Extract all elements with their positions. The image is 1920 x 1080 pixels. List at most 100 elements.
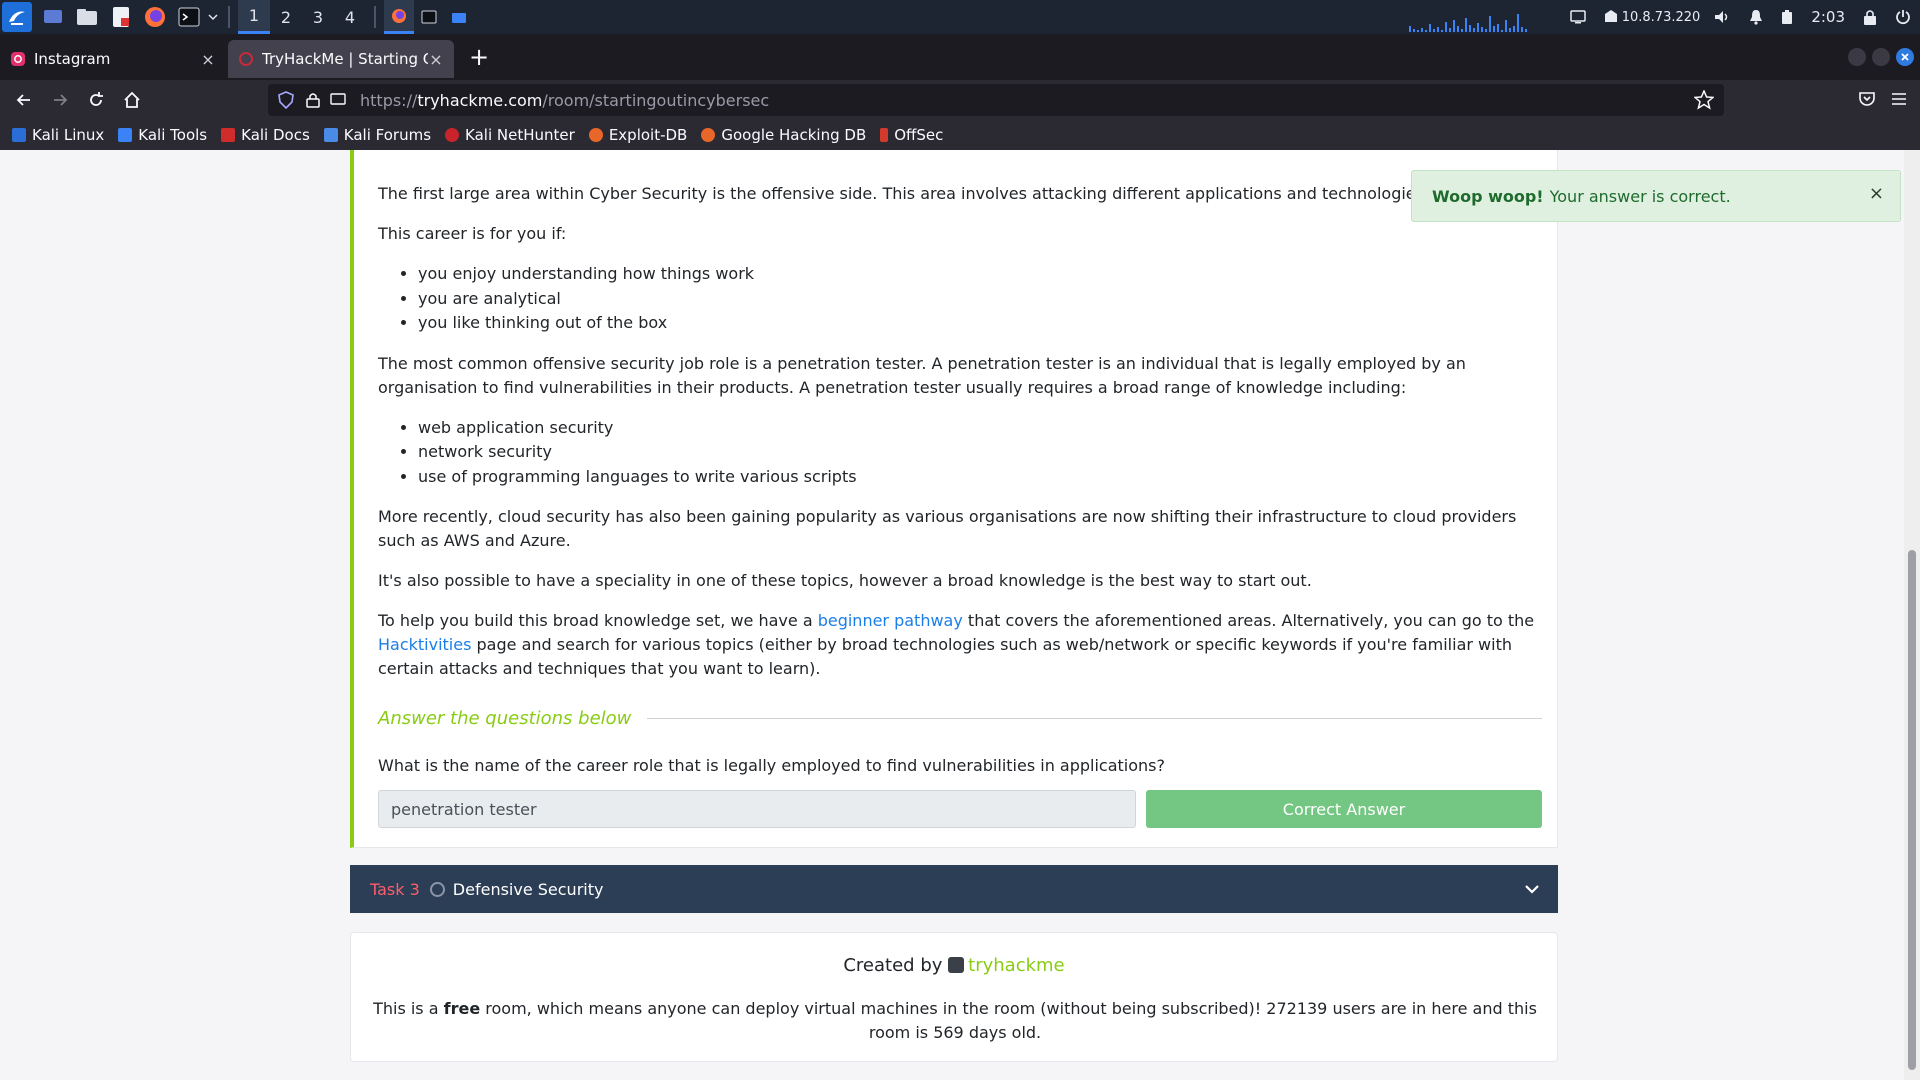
workspace-1[interactable]: 1: [238, 0, 270, 34]
new-tab-button[interactable]: +: [462, 40, 496, 74]
terminal-icon[interactable]: [176, 4, 202, 30]
paragraph: To help you build this broad knowledge s…: [378, 611, 1535, 678]
room-info-text: This is a free room, which means anyone …: [373, 999, 1537, 1042]
tab-tryhackme[interactable]: TryHackMe | Starting Out ×: [228, 40, 454, 78]
correct-answer-button[interactable]: Correct Answer: [1146, 790, 1542, 828]
permissions-icon[interactable]: [330, 93, 346, 107]
tab-title: TryHackMe | Starting Out: [262, 50, 428, 68]
paragraph: This career is for you if:: [378, 224, 567, 243]
nethunter-icon: [445, 128, 460, 142]
toast-message: Your answer is correct.: [1549, 186, 1731, 206]
kali-tools-icon: [118, 128, 133, 142]
tab-title: Instagram: [34, 50, 111, 68]
workspace-2[interactable]: 2: [270, 0, 302, 34]
author-link[interactable]: tryhackme: [968, 955, 1064, 976]
divider: [647, 718, 1542, 719]
taskbar-file-manager[interactable]: [444, 0, 474, 34]
exploit-db-icon: [588, 128, 603, 142]
author-avatar: [948, 957, 965, 973]
back-button[interactable]: [6, 82, 42, 118]
workspace-4[interactable]: 4: [334, 0, 366, 34]
url-bar[interactable]: https://tryhackme.com/room/startingoutin…: [268, 84, 1724, 116]
browser-tab-bar: Instagram × TryHackMe | Starting Out × +: [0, 34, 1920, 80]
answer-input[interactable]: penetration tester: [378, 790, 1136, 828]
bookmark-kali-linux[interactable]: Kali Linux: [12, 126, 104, 144]
paragraph: The first large area within Cyber Securi…: [378, 184, 1418, 203]
tab-instagram[interactable]: Instagram ×: [0, 40, 226, 78]
bookmark-kali-nethunter[interactable]: Kali NetHunter: [445, 126, 575, 144]
maximize-window-button[interactable]: [1872, 48, 1890, 66]
lock-icon[interactable]: [306, 92, 320, 108]
display-icon[interactable]: [1561, 0, 1595, 34]
scrollbar-thumb[interactable]: [1908, 550, 1916, 1070]
taskbar-terminal[interactable]: [414, 0, 444, 34]
questions-heading: Answer the questions below: [378, 708, 632, 729]
paragraph: It's also possible to have a speciality …: [378, 571, 1312, 590]
volume-icon[interactable]: [1704, 0, 1740, 34]
list-item: you like thinking out of the box: [418, 311, 1542, 336]
dropdown-icon[interactable]: [206, 4, 220, 30]
list-item: network security: [418, 440, 1542, 465]
ghdb-icon: [701, 128, 716, 142]
menu-icon[interactable]: [1890, 90, 1908, 112]
bookmark-kali-docs[interactable]: Kali Docs: [221, 126, 310, 144]
panel-separator: [374, 6, 376, 28]
paragraph: More recently, cloud security has also b…: [378, 507, 1517, 550]
vpn-indicator[interactable]: 10.8.73.220: [1595, 0, 1705, 34]
chevron-down-icon[interactable]: [1524, 881, 1540, 897]
toast-title: Woop woop!: [1432, 186, 1544, 206]
clock[interactable]: 2:03: [1802, 0, 1854, 34]
list-item: you are analytical: [418, 287, 1542, 312]
hacktivities-link[interactable]: Hacktivities: [378, 635, 471, 654]
kali-docs-icon: [221, 128, 236, 142]
close-tab-icon[interactable]: ×: [428, 50, 444, 69]
url-text[interactable]: https://tryhackme.com/room/startingoutin…: [360, 91, 769, 110]
bookmarks-bar: Kali Linux Kali Tools Kali Docs Kali For…: [0, 120, 1920, 150]
bookmark-offsec[interactable]: OffSec: [880, 126, 943, 144]
bookmark-google-hacking-db[interactable]: Google Hacking DB: [701, 126, 866, 144]
page-content: The first large area within Cyber Securi…: [0, 150, 1920, 1080]
task-number: Task 3: [370, 879, 420, 899]
bookmark-kali-forums[interactable]: Kali Forums: [323, 126, 431, 144]
close-window-button[interactable]: [1896, 48, 1914, 66]
close-toast-icon[interactable]: ×: [1869, 183, 1884, 204]
list-item: use of programming languages to write va…: [418, 465, 1542, 490]
task-body: The first large area within Cyber Securi…: [378, 182, 1542, 697]
url-host: tryhackme.com: [417, 90, 543, 110]
url-protocol: https://: [360, 90, 418, 110]
paragraph: The most common offensive security job r…: [378, 353, 1466, 397]
power-icon[interactable]: [1886, 0, 1920, 34]
forward-button[interactable]: [42, 82, 78, 118]
task-status-circle-icon: [429, 881, 445, 897]
bookmark-exploit-db[interactable]: Exploit-DB: [588, 126, 687, 144]
pocket-icon[interactable]: [1858, 90, 1876, 112]
text-editor-icon[interactable]: [108, 4, 134, 30]
room-info-card: Created by tryhackme This is a free room…: [350, 932, 1558, 1062]
task-title: Defensive Security: [452, 879, 604, 899]
questions-header: Answer the questions below: [378, 708, 1542, 729]
tryhackme-favicon-icon: [239, 52, 253, 66]
bookmark-kali-tools[interactable]: Kali Tools: [118, 126, 207, 144]
minimize-window-button[interactable]: [1848, 48, 1866, 66]
beginner-pathway-link[interactable]: beginner pathway: [818, 611, 963, 630]
tracking-protection-icon[interactable]: [278, 91, 294, 109]
scrollbar[interactable]: [1904, 150, 1920, 1080]
home-button[interactable]: [114, 82, 150, 118]
offsec-icon: [880, 128, 889, 142]
lock-screen-icon[interactable]: [1854, 0, 1886, 34]
file-manager-icon[interactable]: [74, 4, 100, 30]
close-tab-icon[interactable]: ×: [200, 50, 216, 69]
workspace-3[interactable]: 3: [302, 0, 334, 34]
reload-button[interactable]: [78, 82, 114, 118]
kali-forums-icon: [323, 128, 338, 142]
desktop-icon[interactable]: [40, 4, 66, 30]
list-item: you enjoy understanding how things work: [418, 262, 1542, 287]
list-item: web application security: [418, 416, 1542, 441]
firefox-icon[interactable]: [142, 4, 168, 30]
kali-menu-icon[interactable]: [2, 2, 32, 32]
battery-icon[interactable]: [1772, 0, 1802, 34]
bookmark-star-icon[interactable]: [1694, 90, 1714, 110]
notification-bell-icon[interactable]: [1740, 0, 1772, 34]
task-3-header[interactable]: Task 3 Defensive Security: [350, 865, 1558, 913]
taskbar-firefox[interactable]: [384, 0, 414, 34]
